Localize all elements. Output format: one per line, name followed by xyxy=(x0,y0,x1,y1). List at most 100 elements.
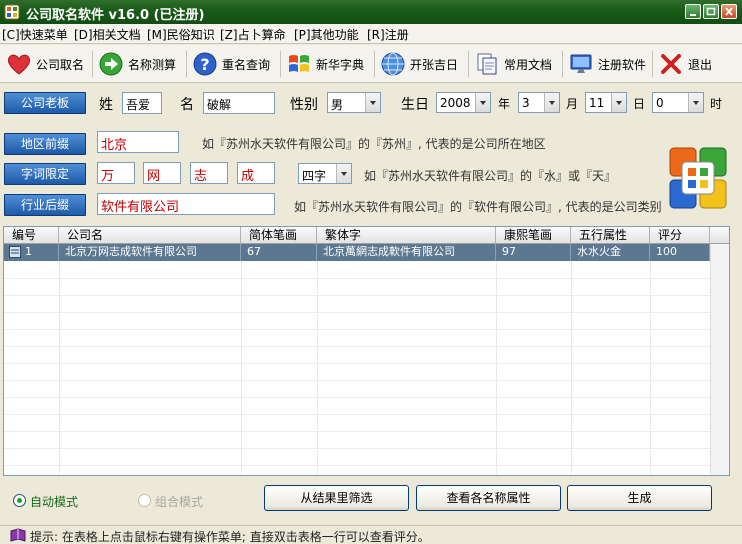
industry-suffix-button[interactable]: 行业后缀 xyxy=(4,194,86,216)
minimize-button[interactable] xyxy=(685,4,701,19)
hour-label: 时 xyxy=(710,97,723,111)
table-scrollbar[interactable] xyxy=(710,244,729,475)
year-select[interactable]: 2008 xyxy=(436,92,491,113)
surname-input[interactable]: 吾爱 xyxy=(122,92,162,114)
app-icon xyxy=(4,4,20,20)
view-attributes-button[interactable]: 查看各名称属性 xyxy=(416,485,561,511)
char-input-2[interactable]: 网 xyxy=(143,162,181,184)
toolbar-separator xyxy=(374,51,375,77)
table-cell-score: 100 xyxy=(650,244,710,261)
arrow-right-icon xyxy=(99,52,123,76)
minimize-icon xyxy=(690,14,696,16)
close-icon xyxy=(725,7,733,16)
dictionary-button[interactable]: 新华字典 xyxy=(286,48,374,80)
menu-register[interactable]: [R]注册 xyxy=(367,26,409,43)
table-cell-five-elements: 水水火金 xyxy=(571,244,650,261)
column-header-simplified-strokes[interactable]: 简体笔画 xyxy=(241,227,317,244)
char-input-4[interactable]: 成 xyxy=(237,162,275,184)
chevron-down-icon[interactable] xyxy=(336,164,351,183)
column-header-company-name[interactable]: 公司名 xyxy=(59,227,241,244)
month-select[interactable]: 3 xyxy=(518,92,560,113)
industry-suffix-input[interactable]: 软件有限公司 xyxy=(97,193,275,215)
generate-button[interactable]: 生成 xyxy=(567,485,712,511)
status-text: 提示: 在表格上点击鼠标右键有操作菜单; 直接双击表格一行可以查看评分。 xyxy=(30,530,430,544)
given-name-label: 名 xyxy=(180,97,194,113)
char-input-1[interactable]: 万 xyxy=(97,162,135,184)
results-table[interactable]: 编号 公司名 简体笔画 繁体字 康熙笔画 五行属性 评分 1 北京万网志成软件有… xyxy=(3,226,730,476)
hour-select[interactable]: 0 xyxy=(652,92,704,113)
register-software-button[interactable]: 注册软件 xyxy=(568,48,652,80)
radio-unchecked-icon xyxy=(138,494,151,507)
table-cell-id: 1 xyxy=(4,244,59,261)
help-icon: ? xyxy=(193,52,217,76)
menu-quick[interactable]: [C]快速菜单 xyxy=(2,26,68,43)
char-length-select[interactable]: 四字 xyxy=(298,163,352,184)
column-header-score[interactable]: 评分 xyxy=(650,227,710,244)
row-icon xyxy=(9,246,21,258)
char-hint: 如『苏州水天软件有限公司』的『水』或『天』 xyxy=(364,169,617,183)
column-header-traditional[interactable]: 繁体字 xyxy=(317,227,496,244)
char-limit-button[interactable]: 字词限定 xyxy=(4,163,86,185)
column-header-kangxi-strokes[interactable]: 康熙笔画 xyxy=(496,227,571,244)
column-header-id[interactable]: 编号 xyxy=(4,227,59,244)
name-evaluation-button[interactable]: 名称测算 xyxy=(98,48,186,80)
toolbar-separator xyxy=(186,51,187,77)
input-panel: 公司老板 姓 吾爱 名 破解 性别 男 生日 2008 年 3 月 11 日 0… xyxy=(0,84,742,224)
heart-icon xyxy=(7,54,31,75)
common-docs-button[interactable]: 常用文档 xyxy=(474,48,562,80)
region-prefix-input[interactable]: 北京 xyxy=(97,131,179,153)
toolbar-separator xyxy=(92,51,93,77)
company-naming-button[interactable]: 公司取名 xyxy=(6,48,90,80)
globe-icon xyxy=(381,52,405,76)
auspicious-day-button[interactable]: 开张吉日 xyxy=(380,48,468,80)
maximize-icon xyxy=(706,7,716,16)
action-bar: 自动模式 组合模式 从结果里筛选 查看各名称属性 生成 xyxy=(0,478,742,524)
chevron-down-icon[interactable] xyxy=(544,93,559,112)
table-grid-lines xyxy=(4,261,710,475)
chevron-down-icon[interactable] xyxy=(475,93,490,112)
gender-select[interactable]: 男 xyxy=(327,92,381,113)
windows-flag-icon xyxy=(289,55,309,72)
day-label: 日 xyxy=(633,97,646,111)
chevron-down-icon[interactable] xyxy=(688,93,703,112)
combo-mode-radio[interactable]: 组合模式 xyxy=(138,493,228,509)
suffix-hint: 如『苏州水天软件有限公司』的『软件有限公司』, 代表的是公司类别 xyxy=(294,200,662,214)
book-icon xyxy=(10,528,26,542)
auto-mode-radio[interactable]: 自动模式 xyxy=(13,493,103,509)
menu-bar: [C]快速菜单 [D]相关文档 [M]民俗知识 [Z]占卜算命 [P]其他功能 … xyxy=(0,24,742,44)
maximize-button[interactable] xyxy=(703,4,719,19)
surname-label: 姓 xyxy=(99,97,113,113)
table-cell-traditional: 北京萬網志成軟件有限公司 xyxy=(317,244,496,261)
duplicate-check-button[interactable]: ? 重名查询 xyxy=(192,48,280,80)
documents-icon xyxy=(477,53,497,75)
table-cell-company-name: 北京万网志成软件有限公司 xyxy=(59,244,241,261)
toolbar-separator xyxy=(280,51,281,77)
table-header: 编号 公司名 简体笔画 繁体字 康熙笔画 五行属性 评分 xyxy=(4,227,729,244)
day-select[interactable]: 11 xyxy=(585,92,627,113)
monitor-icon xyxy=(570,54,592,73)
toolbar: 公司取名 名称测算 ? 重名查询 新华字典 开张吉日 常用文档 注册软件 退出 xyxy=(0,45,742,83)
region-hint: 如『苏州水天软件有限公司』的『苏州』, 代表的是公司所在地区 xyxy=(202,137,546,151)
region-prefix-button[interactable]: 地区前缀 xyxy=(4,133,86,155)
filter-results-button[interactable]: 从结果里筛选 xyxy=(264,485,409,511)
boss-button[interactable]: 公司老板 xyxy=(4,92,86,114)
chevron-down-icon[interactable] xyxy=(611,93,626,112)
toolbar-separator xyxy=(468,51,469,77)
toolbar-separator xyxy=(562,51,563,77)
close-x-icon xyxy=(661,54,681,74)
exit-button[interactable]: 退出 xyxy=(658,48,728,80)
gender-label: 性别 xyxy=(290,97,318,113)
column-header-five-elements[interactable]: 五行属性 xyxy=(571,227,650,244)
close-button[interactable] xyxy=(721,4,737,19)
menu-docs[interactable]: [D]相关文档 xyxy=(74,26,141,43)
menu-divination[interactable]: [Z]占卜算命 xyxy=(220,26,286,43)
char-input-3[interactable]: 志 xyxy=(190,162,228,184)
menu-other[interactable]: [P]其他功能 xyxy=(294,26,359,43)
given-name-input[interactable]: 破解 xyxy=(203,92,275,114)
office-logo-icon xyxy=(669,147,727,209)
table-row[interactable]: 1 北京万网志成软件有限公司 67 北京萬網志成軟件有限公司 97 水水火金 1… xyxy=(4,244,710,261)
chevron-down-icon[interactable] xyxy=(365,93,380,112)
window-title: 公司取名软件 v16.0 (已注册) xyxy=(26,8,205,23)
menu-folk[interactable]: [M]民俗知识 xyxy=(147,26,215,43)
radio-checked-icon xyxy=(13,494,26,507)
